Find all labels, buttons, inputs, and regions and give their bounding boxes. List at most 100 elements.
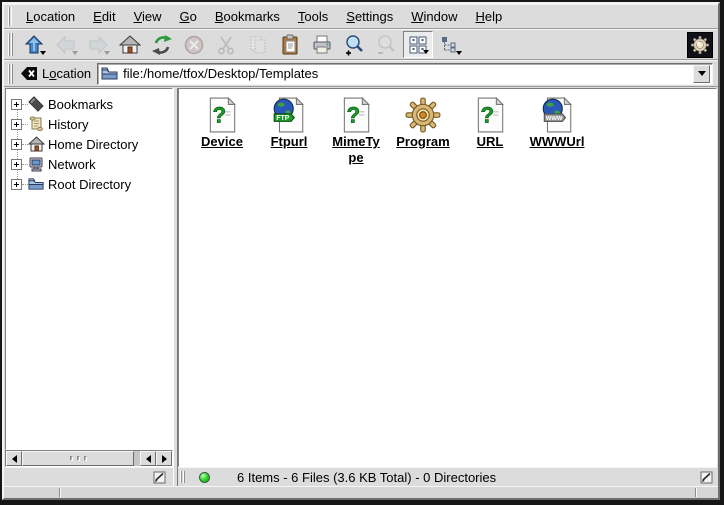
zoom-in-icon [343, 34, 365, 56]
sidebar-item-root-directory[interactable]: Root Directory [6, 174, 172, 194]
menu-settings[interactable]: Settings [337, 6, 402, 27]
scroll-left-button-2[interactable] [140, 451, 156, 466]
triangle-left-icon [12, 455, 17, 463]
locbar-grip-handle[interactable] [8, 64, 13, 84]
sidebar-item-history[interactable]: History [6, 114, 172, 134]
expand-plus-icon[interactable] [11, 159, 22, 170]
stop-button [179, 31, 209, 58]
tree-view-button[interactable] [435, 31, 465, 58]
home-button[interactable] [115, 31, 145, 58]
main-statusbar: 6 Items - 6 Files (3.6 KB Total) - 0 Dir… [178, 467, 717, 486]
expand-plus-icon[interactable] [11, 139, 22, 150]
svg-text:?: ? [480, 102, 494, 127]
svg-text:?: ? [346, 102, 360, 127]
main-panel: ? Device FTP [178, 88, 717, 486]
paste-button[interactable] [275, 31, 305, 58]
location-dropdown-button[interactable] [693, 65, 710, 83]
expand-plus-icon[interactable] [11, 179, 22, 190]
print-button[interactable] [307, 31, 337, 58]
menu-help[interactable]: Help [467, 6, 512, 27]
menu-bar: Location Edit View Go Bookmarks Tools Se… [4, 4, 718, 29]
history-icon [28, 116, 45, 132]
root-folder-icon [28, 176, 45, 192]
menu-go[interactable]: Go [171, 6, 206, 27]
menu-edit[interactable]: Edit [84, 6, 124, 27]
status-text: 6 Items - 6 Files (3.6 KB Total) - 0 Dir… [237, 470, 699, 485]
copy-icon [247, 34, 269, 56]
toolbar-grip-handle[interactable] [8, 33, 13, 56]
kde-gear-logo [690, 35, 710, 55]
location-input[interactable]: file:/home/tfox/Desktop/Templates [123, 66, 693, 81]
sidebar-item-home-directory[interactable]: Home Directory [6, 134, 172, 154]
zoom-out-icon [375, 34, 397, 56]
home-folder-icon [28, 136, 45, 152]
file-ftpurl[interactable]: FTP Ftpurl [256, 96, 322, 150]
file-wwwurl[interactable]: WWW WWWUrl [524, 96, 590, 150]
zoom-in-button[interactable] [339, 31, 369, 58]
pen-check-icon [153, 471, 166, 484]
sidebar-statusbar [5, 467, 173, 486]
chevron-down-icon [698, 71, 706, 76]
unknown-file-icon: ? [473, 96, 507, 134]
cut-icon [215, 34, 237, 56]
menu-view[interactable]: View [125, 6, 171, 27]
print-icon [311, 34, 333, 56]
menu-bookmarks[interactable]: Bookmarks [206, 6, 289, 27]
sidebar-statusbar-toggle[interactable] [152, 470, 167, 484]
unknown-file-icon: ? [339, 96, 373, 134]
location-combobox[interactable]: file:/home/tfox/Desktop/Templates [97, 63, 713, 85]
konqueror-window: Location Edit View Go Bookmarks Tools Se… [0, 0, 724, 505]
home-icon [119, 34, 141, 56]
scrollbar-thumb[interactable] [22, 451, 134, 466]
reload-button[interactable] [147, 31, 177, 58]
program-gear-icon [405, 96, 441, 134]
file-url[interactable]: ? URL [457, 96, 523, 150]
main-toolbar [4, 29, 718, 60]
unknown-file-icon: ? [205, 96, 239, 134]
sidebar: Bookmarks History [5, 88, 173, 486]
main-statusbar-toggle[interactable] [699, 470, 714, 484]
up-button[interactable] [19, 31, 49, 58]
file-program[interactable]: Program [390, 96, 456, 150]
triangle-right-icon [162, 455, 167, 463]
network-icon [28, 156, 45, 172]
sidebar-item-network[interactable]: Network [6, 154, 172, 174]
triangle-left-icon [146, 455, 151, 463]
reload-icon [151, 34, 173, 56]
ftp-url-file-icon: FTP [272, 96, 306, 134]
sidebar-item-bookmarks[interactable]: Bookmarks [6, 94, 172, 114]
menubar-grip-handle[interactable] [8, 7, 12, 25]
file-mimetype[interactable]: ? MimeType [323, 96, 389, 166]
sidebar-horizontal-scrollbar [5, 450, 173, 467]
location-toolbar: Location file:/home/tfox/Desktop/Templat… [4, 60, 718, 87]
cut-button [211, 31, 241, 58]
scroll-right-button[interactable] [156, 451, 172, 466]
stop-icon [183, 34, 205, 56]
content-area: Bookmarks History [4, 87, 718, 486]
folder-icon [101, 66, 119, 81]
frame-notch [695, 488, 696, 497]
menu-location[interactable]: Location [17, 6, 84, 27]
bookmarks-icon [28, 96, 45, 112]
statusbar-grip-handle[interactable] [180, 471, 185, 484]
window-frame: Location Edit View Go Bookmarks Tools Se… [2, 2, 720, 500]
window-bottom-frame [4, 486, 718, 498]
icon-view-area[interactable]: ? Device FTP [178, 88, 717, 467]
clear-location-button[interactable] [20, 66, 38, 81]
copy-button [243, 31, 273, 58]
file-device[interactable]: ? Device [189, 96, 255, 150]
icon-view-button[interactable] [403, 31, 433, 58]
svg-text:FTP: FTP [276, 115, 289, 122]
frame-notch [59, 488, 60, 497]
kde-throbber[interactable] [687, 32, 713, 58]
clear-location-icon [20, 66, 38, 81]
svg-text:?: ? [212, 102, 226, 127]
menu-tools[interactable]: Tools [289, 6, 337, 27]
expand-plus-icon[interactable] [11, 119, 22, 130]
scroll-left-button[interactable] [6, 451, 22, 466]
www-url-file-icon: WWW [540, 96, 574, 134]
forward-button [83, 31, 113, 58]
svg-text:WWW: WWW [546, 116, 563, 122]
expand-plus-icon[interactable] [11, 99, 22, 110]
menu-window[interactable]: Window [402, 6, 466, 27]
